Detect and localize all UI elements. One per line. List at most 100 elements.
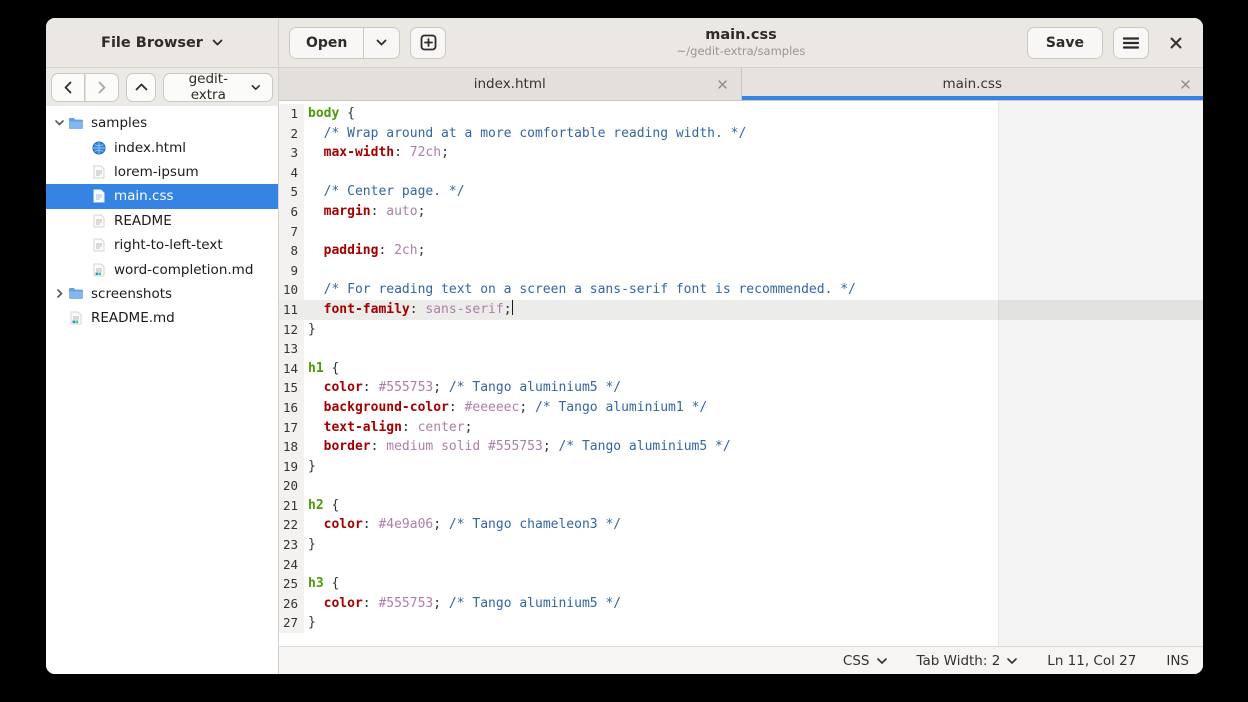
line-number: 21 bbox=[279, 496, 304, 516]
expander[interactable] bbox=[52, 120, 67, 126]
line-number: 27 bbox=[279, 613, 304, 633]
code-line-22: 22 color: #4e9a06; /* Tango chameleon3 *… bbox=[279, 515, 1203, 535]
line-text bbox=[304, 339, 308, 359]
line-text: h2 { bbox=[304, 496, 339, 516]
tree-item-lorem-ipsum[interactable]: lorem-ipsum bbox=[46, 160, 278, 184]
tab-width-selector[interactable]: Tab Width: 2 bbox=[917, 653, 1018, 669]
save-button[interactable]: Save bbox=[1027, 27, 1103, 59]
code-line-4: 4 bbox=[279, 163, 1203, 183]
tab-main-css[interactable]: main.css bbox=[742, 68, 1204, 100]
open-split-button: Open bbox=[289, 27, 400, 59]
location-dropdown[interactable]: gedit-extra bbox=[163, 73, 273, 102]
tree-item-main-css[interactable]: main.css bbox=[46, 184, 278, 208]
line-number: 5 bbox=[279, 182, 304, 202]
code-line-17: 17 text-align: center; bbox=[279, 418, 1203, 438]
code-line-23: 23} bbox=[279, 535, 1203, 555]
forward-button[interactable] bbox=[85, 73, 119, 102]
file-browser-panel: gedit-extra samples index.htmllorem-ipsum… bbox=[46, 68, 279, 674]
open-button[interactable]: Open bbox=[289, 27, 364, 59]
new-tab-button[interactable] bbox=[410, 27, 446, 59]
file-icon bbox=[90, 238, 107, 252]
language-selector[interactable]: CSS bbox=[843, 653, 887, 669]
line-text: } bbox=[304, 457, 316, 477]
back-button[interactable] bbox=[51, 73, 85, 102]
chevron-down-icon bbox=[877, 658, 887, 664]
file-icon bbox=[67, 117, 84, 130]
language-label: CSS bbox=[843, 653, 870, 669]
expander-down-icon bbox=[55, 120, 64, 126]
line-text bbox=[304, 222, 308, 242]
line-number: 12 bbox=[279, 320, 304, 340]
tab-label: main.css bbox=[942, 76, 1002, 92]
editor-column: index.html main.css 1body {2 /* Wrap arou… bbox=[279, 68, 1203, 674]
cursor-position: Ln 11, Col 27 bbox=[1047, 653, 1136, 669]
line-text: color: #555753; /* Tango aluminium5 */ bbox=[304, 378, 621, 398]
file-label: README bbox=[114, 213, 172, 229]
file-label: samples bbox=[91, 115, 147, 131]
file-icon bbox=[90, 214, 107, 228]
close-button[interactable] bbox=[1159, 27, 1193, 59]
window-body: gedit-extra samplesindex.htmllorem-ipsum… bbox=[46, 68, 1203, 674]
header-actions: Save bbox=[1027, 27, 1193, 59]
line-text: font-family: sans-serif; bbox=[304, 300, 513, 320]
chevron-down-icon bbox=[376, 39, 387, 46]
line-number: 15 bbox=[279, 378, 304, 398]
tree-item-word-completion-md[interactable]: word-completion.md bbox=[46, 257, 278, 281]
code-line-16: 16 background-color: #eeeeec; /* Tango a… bbox=[279, 398, 1203, 418]
markdown-file-icon bbox=[70, 311, 82, 325]
code-area: 1body {2 /* Wrap around at a more comfor… bbox=[279, 104, 1203, 633]
line-text: /* Wrap around at a more comfortable rea… bbox=[304, 124, 746, 144]
code-line-13: 13 bbox=[279, 339, 1203, 359]
line-number: 7 bbox=[279, 222, 304, 242]
line-number: 20 bbox=[279, 476, 304, 496]
line-number: 8 bbox=[279, 241, 304, 261]
open-dropdown-button[interactable] bbox=[364, 27, 400, 59]
main-header: Open main.css ~/gedit-extra/samples Save bbox=[279, 18, 1203, 67]
code-line-14: 14h1 { bbox=[279, 359, 1203, 379]
folder-icon bbox=[68, 117, 84, 130]
chevron-down-icon bbox=[251, 84, 261, 91]
line-text bbox=[304, 261, 308, 281]
line-number: 9 bbox=[279, 261, 304, 281]
line-number: 14 bbox=[279, 359, 304, 379]
tree-item-samples[interactable]: samples bbox=[46, 111, 278, 135]
tab-label: index.html bbox=[474, 76, 546, 92]
code-line-26: 26 color: #555753; /* Tango aluminium5 *… bbox=[279, 594, 1203, 614]
close-icon bbox=[1181, 80, 1190, 89]
line-number: 1 bbox=[279, 104, 304, 124]
line-number: 11 bbox=[279, 300, 304, 320]
line-text: /* For reading text on a screen a sans-s… bbox=[304, 280, 856, 300]
window-title: main.css bbox=[705, 27, 777, 44]
file-label: word-completion.md bbox=[114, 262, 253, 278]
editor[interactable]: 1body {2 /* Wrap around at a more comfor… bbox=[279, 101, 1203, 646]
line-number: 24 bbox=[279, 555, 304, 575]
tab-bar: index.html main.css bbox=[279, 68, 1203, 101]
tree-item-right-to-left-text[interactable]: right-to-left-text bbox=[46, 233, 278, 257]
line-number: 16 bbox=[279, 398, 304, 418]
code-line-11: 11 font-family: sans-serif; bbox=[279, 300, 1203, 320]
status-bar: CSS Tab Width: 2 Ln 11, Col 27 INS bbox=[279, 646, 1203, 674]
code-line-15: 15 color: #555753; /* Tango aluminium5 *… bbox=[279, 378, 1203, 398]
sidebar-title: File Browser bbox=[101, 35, 203, 51]
tree-item-screenshots[interactable]: screenshots bbox=[46, 282, 278, 306]
menu-button[interactable] bbox=[1113, 27, 1149, 59]
tab-width-label: Tab Width: 2 bbox=[917, 653, 1001, 669]
tab-index-html[interactable]: index.html bbox=[279, 68, 742, 100]
tab-close-button[interactable] bbox=[714, 75, 732, 93]
file-browser-switcher[interactable]: File Browser bbox=[91, 29, 233, 57]
file-label: right-to-left-text bbox=[114, 237, 223, 253]
line-text: max-width: 72ch; bbox=[304, 143, 449, 163]
line-number: 3 bbox=[279, 143, 304, 163]
tab-close-button[interactable] bbox=[1176, 75, 1194, 93]
expander[interactable] bbox=[52, 289, 67, 298]
line-number: 22 bbox=[279, 515, 304, 535]
tree-item-readme[interactable]: README bbox=[46, 209, 278, 233]
file-browser-toolbar: gedit-extra bbox=[46, 68, 278, 106]
tree-item-index-html[interactable]: index.html bbox=[46, 135, 278, 159]
tree-item-readme-md[interactable]: README.md bbox=[46, 306, 278, 330]
file-icon bbox=[90, 189, 107, 203]
sidebar-header: File Browser bbox=[46, 18, 279, 67]
line-text: border: medium solid #555753; /* Tango a… bbox=[304, 437, 731, 457]
up-directory-button[interactable] bbox=[126, 73, 156, 102]
insert-mode-indicator: INS bbox=[1166, 653, 1189, 669]
